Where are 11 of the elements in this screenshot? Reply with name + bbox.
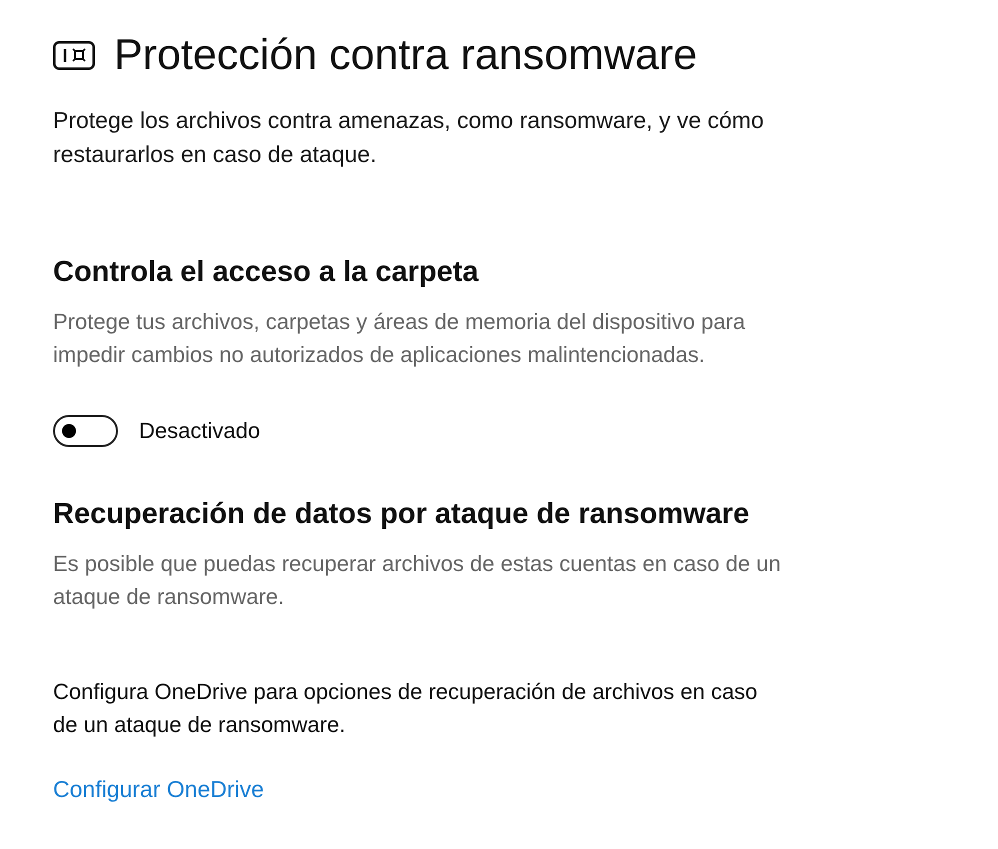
section-description: Protege tus archivos, carpetas y áreas de memoria del dispositivo para impedir cambios no autorizados de aplicaciones malintencionadas. [53, 308, 746, 369]
page-title: Protección contra ransomware [114, 31, 698, 79]
section-heading: Recuperación de datos por ataque de ransomware [53, 497, 750, 532]
section-description: Es posible que puedas recuperar archivos de estas cuentas en caso de un ataque de ransomware. [53, 550, 782, 611]
page-description: Protege los archivos contra amenazas, como ransomware, y ve cómo restaurarlos en caso de ataque. [53, 106, 765, 169]
toggle-state-label: Desactivado [139, 417, 260, 445]
section-heading: Controla el acceso a la carpeta [53, 255, 480, 290]
panel-icon [53, 40, 95, 70]
toggle-switch[interactable] [53, 414, 118, 446]
onedrive-note: Configura OneDrive para opciones de recuperación de archivos en caso de un ataque de ransomware. [53, 678, 758, 739]
configure-onedrive-link[interactable]: Configurar OneDrive [53, 773, 264, 806]
